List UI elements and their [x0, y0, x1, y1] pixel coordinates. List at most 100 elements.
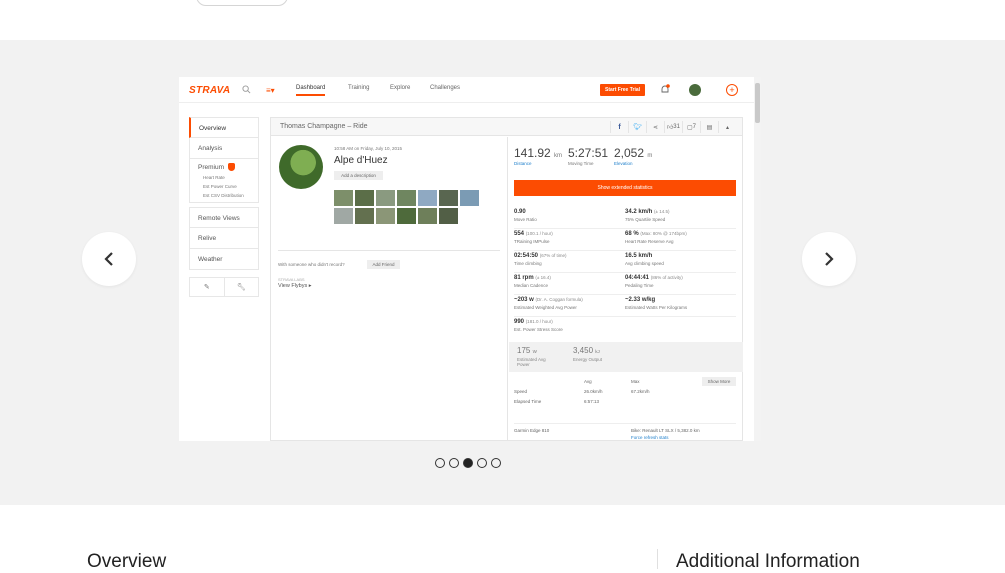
sidebar-item-weather[interactable]: Weather — [189, 249, 259, 270]
bike-info: Bike: Renault LT SLX / 5,382.0 km — [631, 428, 700, 433]
scrollbar-thumb[interactable] — [755, 83, 760, 123]
nav-challenges[interactable]: Challenges — [430, 85, 460, 91]
activity-details: 10:58 AM on Friday, July 10, 2015 Alpe d… — [271, 137, 508, 441]
sidebar-item-relive[interactable]: Relive — [189, 228, 259, 249]
overview-heading: Overview — [87, 551, 167, 572]
athlete-avatar[interactable] — [279, 145, 323, 189]
sidebar-item-remote-views[interactable]: Remote Views — [189, 207, 259, 228]
share-icons: f 🐦︎ ⋖ 👍︎ 31 ▢ 7 ▤ ▴ — [610, 121, 736, 133]
table-header-row: Avg Max Show More — [514, 377, 736, 387]
sidebar-item-premium[interactable]: Premium — [198, 164, 224, 171]
photo-thumb[interactable] — [376, 190, 395, 206]
strava-labs-label: STRAVA LABS — [278, 277, 305, 282]
nav-dashboard[interactable]: Dashboard — [296, 85, 326, 96]
energy-value: 3,450 kJ — [573, 346, 600, 355]
add-friend-button[interactable]: Add Friend — [367, 260, 400, 269]
photo-thumb[interactable] — [355, 190, 374, 206]
divider — [278, 250, 500, 251]
show-extended-statistics-button[interactable]: Show extended statistics — [514, 180, 736, 196]
sidebar-sub-heart-rate[interactable]: Heart Rate — [198, 175, 258, 180]
photo-thumb[interactable] — [334, 190, 353, 206]
sidebar-item-analysis[interactable]: Analysis — [189, 138, 259, 159]
caret-up-icon[interactable]: ▴ — [718, 121, 736, 133]
photo-thumb[interactable] — [397, 190, 416, 206]
screenshot-scrollbar[interactable] — [754, 77, 761, 441]
chevron-left-icon — [104, 252, 113, 266]
stat-cell: 04:44:41 (86% of activity) Pedaling Time — [625, 273, 736, 295]
comment-count[interactable]: ▢ 7 — [682, 121, 700, 133]
activity-header: Thomas Champagne – Ride f 🐦︎ ⋖ 👍︎ 31 ▢ 7 ▤… — [271, 118, 742, 136]
force-refresh-link[interactable]: Force refresh stats — [631, 435, 669, 440]
wrench-icon[interactable]: 🔧︎ — [223, 278, 259, 296]
stat-cell: 34.2 km/h (± 14.5) 75% Quartile Speed — [625, 207, 736, 229]
carousel-dot[interactable] — [449, 458, 459, 468]
share-icon[interactable]: ⋖ — [646, 121, 664, 133]
carousel-dot[interactable] — [477, 458, 487, 468]
carousel-dot[interactable] — [435, 458, 445, 468]
avg-power-value: 175 W — [517, 346, 537, 355]
sidebar-sub-power-curve[interactable]: Est Power Curve — [198, 184, 258, 189]
sidebar-premium-group: Premium Heart Rate Est Power Curve Est C… — [189, 159, 259, 203]
strava-topbar: STRAVA ≡▾ Dashboard Training Explore Cha… — [179, 77, 754, 103]
stat-cell: 02:54:50 (67% of time) Time climbing — [514, 251, 625, 273]
search-icon[interactable] — [242, 85, 251, 94]
photo-thumb[interactable] — [355, 208, 374, 224]
stat-cell: 68 % (Max: 80% @ 174bpm) Heart Rate Reser… — [625, 229, 736, 251]
options-icon[interactable]: ▤ — [700, 121, 718, 133]
activity-date: 10:58 AM on Friday, July 10, 2015 — [334, 146, 402, 151]
photo-thumb[interactable] — [418, 190, 437, 206]
show-more-button[interactable]: Show More — [702, 377, 736, 386]
sidebar-tools: ✎ 🔧︎ — [189, 277, 259, 297]
photo-thumb[interactable] — [460, 190, 479, 206]
stat-cell: 81 rpm (± 16.4) Median Cadence — [514, 273, 625, 295]
sidebar-sub-distribution[interactable]: Est CSV Distribution — [198, 193, 258, 198]
view-flybys-link[interactable]: View Flybys ▸ — [278, 283, 312, 289]
carousel-next-button[interactable] — [802, 232, 856, 286]
table-row: Elapsed Time 6:57:13 — [514, 399, 600, 404]
nav-training[interactable]: Training — [348, 85, 369, 91]
stat-cell: ~2.33 w/kg Estimated Watts Per Kilograms — [625, 295, 736, 317]
activity-panel: Thomas Champagne – Ride f 🐦︎ ⋖ 👍︎ 31 ▢ 7 ▤… — [270, 117, 743, 441]
device-info: Garmin Edge 810 Bike: Renault LT SLX / 5… — [514, 423, 736, 440]
photo-thumb[interactable] — [376, 208, 395, 224]
start-free-trial-button[interactable]: Start Free Trial — [600, 84, 645, 96]
facebook-icon[interactable]: f — [610, 121, 628, 133]
distance-stat: 141.92 km Distance — [514, 146, 563, 166]
elevation-stat: 2,052 m Elevation — [614, 146, 653, 166]
carousel-dot-active[interactable] — [463, 458, 473, 468]
table-row: Speed 26.0km/h 67.2km/h — [514, 389, 650, 394]
photo-thumb[interactable] — [439, 208, 458, 224]
twitter-icon[interactable]: 🐦︎ — [628, 121, 646, 133]
stat-cell: 990 (181.0 / hour) Est. Power Stress Scor… — [514, 319, 563, 332]
carousel-dot[interactable] — [491, 458, 501, 468]
photo-thumb[interactable] — [334, 208, 353, 224]
avatar[interactable] — [689, 84, 701, 96]
add-description-button[interactable]: Add a description — [334, 171, 383, 180]
nav-explore[interactable]: Explore — [390, 85, 410, 91]
extended-stats-grid: 0.90 Move Ratio 34.2 km/h (± 14.5) 75% Qu… — [514, 207, 736, 339]
with-someone-text: With someone who didn't record? — [278, 262, 345, 267]
menu-icon[interactable]: ≡▾ — [266, 86, 275, 95]
carousel-dots — [435, 458, 501, 468]
bell-icon[interactable] — [660, 84, 670, 95]
chevron-right-icon — [825, 252, 834, 266]
carousel-prev-button[interactable] — [82, 232, 136, 286]
top-pill-button[interactable] — [196, 0, 288, 6]
photo-thumb[interactable] — [439, 190, 458, 206]
power-energy-panel: 175 W Estimated Avg Power 3,450 kJ Energ… — [509, 342, 743, 372]
kudos-count[interactable]: 👍︎ 31 — [664, 121, 682, 133]
stat-cell: ~203 w (Dr. A. Coggan formula) Estimated … — [514, 295, 625, 317]
sidebar-item-overview[interactable]: Overview — [189, 117, 259, 138]
activity-header-title: Thomas Champagne – Ride — [280, 123, 368, 130]
stat-cell: 16.5 km/h Avg climbing speed — [625, 251, 736, 273]
energy-label: Energy Output — [573, 357, 603, 362]
carousel-screenshot: STRAVA ≡▾ Dashboard Training Explore Cha… — [179, 77, 761, 441]
section-divider — [657, 549, 658, 569]
photo-thumb[interactable] — [418, 208, 437, 224]
edit-pencil-icon[interactable]: ✎ — [190, 278, 224, 296]
stat-cell: 0.90 Move Ratio — [514, 207, 625, 229]
upload-plus-icon[interactable]: + — [726, 84, 738, 96]
device-name: Garmin Edge 810 — [514, 428, 550, 433]
activity-title: Alpe d'Huez — [334, 155, 388, 166]
photo-thumb[interactable] — [397, 208, 416, 224]
